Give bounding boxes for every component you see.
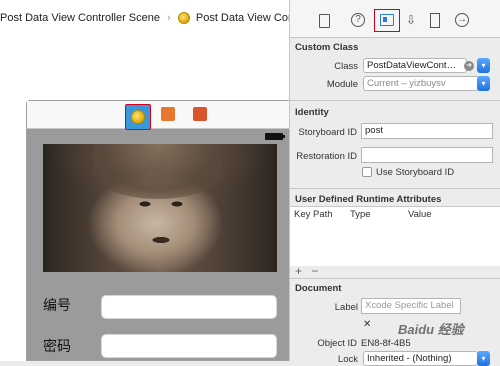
lock-select[interactable]: Inherited - (Nothing) [363,351,478,366]
divider [290,188,500,189]
size-inspector-tab[interactable] [428,13,442,27]
divider [290,278,500,279]
view-controller-scene[interactable]: 编号 密码 [26,100,289,361]
quick-help-tab[interactable]: ? [351,13,365,27]
password-text-field[interactable] [101,334,277,358]
inspector-tab-bar: ? ⇩ → [290,0,500,38]
scene-dock [27,101,289,130]
storyboard-id-field[interactable]: post [361,123,493,139]
user-defined-attributes-title: User Defined Runtime Attributes [295,194,442,205]
storyboard-canvas[interactable]: Post Data View Controller Scene › Post D… [0,0,289,361]
breadcrumb-item-scene[interactable]: Post Data View Controller Scene [0,12,160,24]
column-key-path[interactable]: Key Path [294,209,333,220]
document-label-label: Label [334,302,358,313]
use-storyboard-id-label: Use Storyboard ID [376,167,455,178]
restoration-id-field[interactable] [361,147,493,163]
xcode-label-field[interactable]: Xcode Specific Label [361,298,461,314]
form-label-id: 编号 [43,298,71,314]
object-id-value: EN8-8f-4B5 [361,338,411,349]
class-dropdown-button[interactable]: ▾ [477,58,490,73]
object-id-label: Object ID [317,338,357,349]
view-controller-icon [131,110,145,124]
exit-icon[interactable] [193,107,207,121]
clear-label-icon[interactable]: ✕ [363,319,371,330]
use-storyboard-id-checkbox[interactable] [362,167,372,177]
runtime-attributes-table[interactable]: Key Path Type Value [290,206,500,266]
class-label: Class [334,61,358,72]
breadcrumb-separator: › [167,12,171,25]
runtime-attributes-controls: + − [295,264,324,278]
first-responder-icon[interactable] [161,107,175,121]
column-type[interactable]: Type [350,209,371,220]
class-field[interactable]: PostDataViewCont… [363,58,467,73]
remove-attribute-button[interactable]: − [311,264,318,278]
identity-title: Identity [295,107,329,118]
id-text-field[interactable] [101,295,277,319]
module-field[interactable]: Current – yizbuysv [363,76,480,91]
identity-card-icon [380,14,394,26]
divider [290,100,500,101]
custom-class-title: Custom Class [295,42,359,53]
document-title: Document [295,283,342,294]
battery-icon [265,133,285,140]
lock-label: Lock [337,354,358,365]
view-controller-dock-button[interactable] [125,104,151,130]
breadcrumb: Post Data View Controller Scene › Post D… [0,12,289,30]
view-controller-icon [177,12,190,25]
image-view[interactable] [43,144,277,272]
module-label: Module [326,79,358,90]
connections-inspector-tab[interactable]: → [455,13,469,27]
restoration-id-label: Restoration ID [296,151,357,162]
storyboard-id-label: Storyboard ID [298,127,357,138]
module-dropdown-button[interactable]: ▾ [477,76,490,91]
file-inspector-tab[interactable] [317,13,331,27]
watermark-text: Baidu 经验 [398,322,464,337]
identity-inspector: ? ⇩ → Custom Class Class PostDataViewCon… [289,0,500,366]
identity-inspector-tab[interactable] [374,9,400,32]
column-value[interactable]: Value [408,209,432,220]
add-attribute-button[interactable]: + [295,264,302,278]
lock-dropdown-button[interactable]: ▾ [477,351,490,366]
form-label-password: 密码 [43,339,71,355]
breadcrumb-item-controller[interactable]: Post Data View Controller [196,12,289,24]
attributes-inspector-tab[interactable]: ⇩ [404,13,418,27]
go-to-class-icon[interactable]: ➜ [464,61,474,71]
